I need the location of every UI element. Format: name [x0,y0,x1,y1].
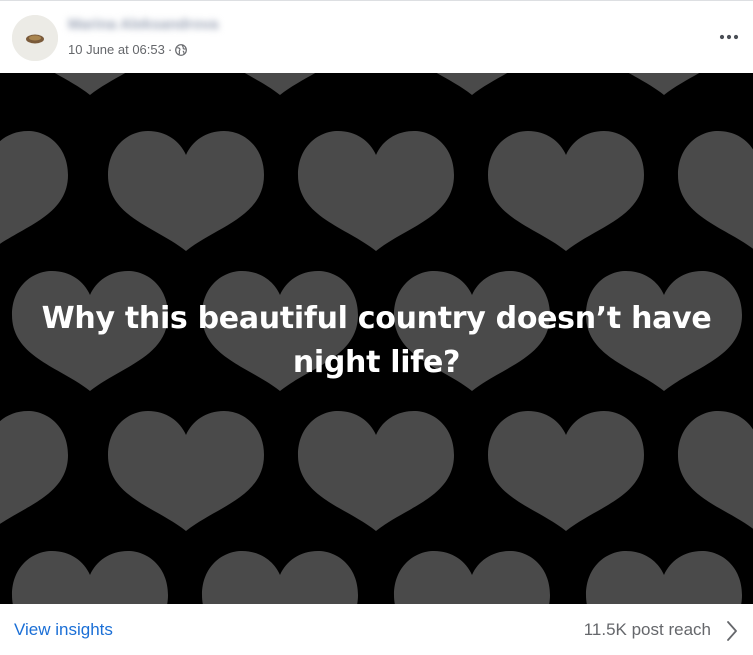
author-name[interactable]: Marina Aleksandrova [68,16,218,33]
globe-icon[interactable] [175,43,188,56]
more-horizontal-icon [719,34,739,40]
view-insights-link[interactable]: View insights [14,620,113,640]
post-footer: View insights 11.5K post reach [0,604,753,655]
post-card: Marina Aleksandrova 10 June at 06:53 · W… [0,0,753,655]
avatar-image [12,15,58,61]
post-meta: 10 June at 06:53 · [68,42,188,57]
meta-separator: · [167,42,173,57]
avatar[interactable] [12,15,58,61]
more-options-button[interactable] [713,21,745,53]
chevron-right-icon[interactable] [725,620,739,642]
post-date[interactable]: 10 June at 06:53 [68,42,165,57]
post-header: Marina Aleksandrova 10 June at 06:53 · [0,1,753,73]
post-reach-count[interactable]: 11.5K post reach [584,620,711,640]
post-text-background[interactable]: Why this beautiful country doesn’t have … [0,73,753,604]
post-text: Why this beautiful country doesn’t have … [41,301,712,380]
